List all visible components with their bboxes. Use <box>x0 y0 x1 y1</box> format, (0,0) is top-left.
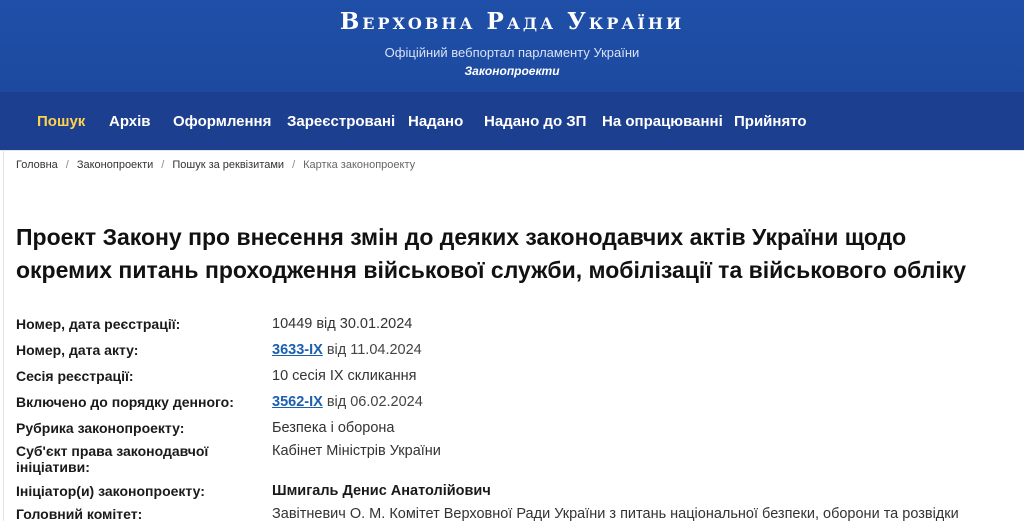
breadcrumb: Головна / Законопроекти / Пошук за реквізита… <box>16 159 415 171</box>
nav-item-submitted-to-zp[interactable]: Надано до ЗП <box>484 113 586 130</box>
site-header: Верховна Рада України Офіційний вебпорта… <box>0 0 1024 92</box>
content-border <box>3 150 4 521</box>
nav-item-adopted[interactable]: Прийнято <box>734 113 807 130</box>
breadcrumb-bills[interactable]: Законопроекти <box>77 159 153 171</box>
breadcrumb-home[interactable]: Головна <box>16 159 58 171</box>
field-value: 3633-IX від 11.04.2024 <box>272 342 422 358</box>
breadcrumb-search[interactable]: Пошук за реквізитами <box>172 159 284 171</box>
site-section-name[interactable]: Законопроекти <box>0 64 1024 78</box>
breadcrumb-current: Картка законопроекту <box>303 159 416 171</box>
breadcrumb-separator: / <box>161 159 165 171</box>
field-value: 3562-IX від 06.02.2024 <box>272 394 423 410</box>
nav-item-archive[interactable]: Архів <box>109 113 151 130</box>
agenda-number-link[interactable]: 3562-IX <box>272 394 323 410</box>
divider <box>0 150 1024 151</box>
field-label: Головний комітет: <box>16 506 143 521</box>
field-value: 10 сесія IX скликання <box>272 368 417 384</box>
field-label: Рубрика законопроекту: <box>16 420 185 436</box>
site-subtitle: Офіційний вебпортал парламенту України <box>384 45 640 60</box>
field-value: 10449 від 30.01.2024 <box>272 316 413 332</box>
field-label: Сесія реєстрації: <box>16 368 134 384</box>
field-value: Завітневич О. М. Комітет Верховної Ради … <box>272 506 959 521</box>
field-label: Ініціатор(и) законопроекту: <box>16 483 205 499</box>
agenda-date: від 06.02.2024 <box>322 394 423 410</box>
act-number-link[interactable]: 3633-IX <box>272 342 323 358</box>
breadcrumb-separator: / <box>65 159 69 171</box>
breadcrumb-separator: / <box>292 159 296 171</box>
page-title: Проект Закону про внесення змін до деяки… <box>16 224 967 283</box>
field-value: Безпека і оборона <box>272 420 395 436</box>
nav-item-registered[interactable]: Зареєстровані <box>287 113 395 130</box>
main-nav: Пошук Архів Оформлення Зареєстровані Над… <box>0 92 1024 150</box>
field-value: Кабінет Міністрів України <box>272 443 441 459</box>
nav-item-submitted[interactable]: Надано <box>408 113 463 130</box>
site-title[interactable]: Верховна Рада України <box>0 8 1024 35</box>
field-label: Номер, дата реєстрації: <box>16 316 181 332</box>
field-label: Суб'єкт права законодавчої ініціативи: <box>16 443 209 475</box>
field-label: Номер, дата акту: <box>16 342 139 358</box>
field-value[interactable]: Шмигаль Денис Анатолійович <box>272 483 491 499</box>
nav-item-search[interactable]: Пошук <box>37 113 85 130</box>
nav-item-processing[interactable]: На опрацюванні <box>602 113 723 130</box>
field-label: Включено до порядку денного: <box>16 394 234 410</box>
nav-item-registration[interactable]: Оформлення <box>173 113 271 130</box>
act-date: від 11.04.2024 <box>322 342 422 358</box>
